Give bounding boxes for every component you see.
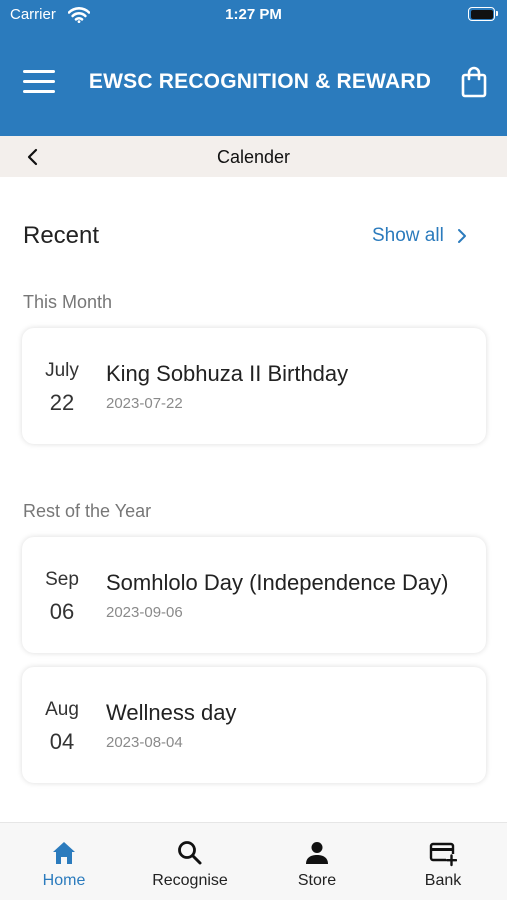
show-all-link[interactable]: Show all — [372, 225, 468, 247]
search-icon — [178, 841, 202, 865]
tab-label-recognise: Recognise — [152, 872, 228, 889]
event-day: 06 — [49, 599, 75, 624]
section-label-rest-of-year: Rest of the Year — [23, 501, 152, 521]
event-card[interactable]: Sep 06 Somhlolo Day (Independence Day) 2… — [22, 537, 486, 653]
chevron-right-icon — [457, 229, 466, 243]
event-month: Sep — [45, 569, 79, 590]
event-month: Aug — [45, 699, 79, 720]
show-all-label: Show all — [372, 225, 444, 246]
section-label-this-month: This Month — [23, 292, 113, 312]
battery-icon — [468, 7, 498, 21]
event-card[interactable]: Aug 04 Wellness day 2023-08-04 — [22, 667, 486, 783]
tab-store[interactable]: Store — [254, 823, 380, 900]
tab-recognise[interactable]: Recognise — [127, 823, 253, 900]
event-title: King Sobhuza II Birthday — [106, 361, 349, 386]
page-subheader: Calender — [0, 136, 507, 177]
app-title: EWSC RECOGNITION & REWARD — [88, 70, 432, 93]
event-date: 2023-08-04 — [106, 734, 183, 751]
event-title: Wellness day — [106, 700, 237, 725]
tab-bank[interactable]: Bank — [380, 823, 506, 900]
menu-icon[interactable] — [23, 70, 55, 94]
shopping-bag-icon[interactable] — [460, 66, 488, 98]
event-card[interactable]: July 22 King Sobhuza II Birthday 2023-07… — [22, 328, 486, 444]
event-date: 2023-09-06 — [106, 604, 183, 621]
page-title: Calender — [216, 147, 291, 167]
status-time: 1:27 PM — [225, 6, 282, 23]
tab-label-home: Home — [42, 872, 86, 889]
card-add-icon — [429, 842, 457, 867]
tab-label-bank: Bank — [424, 872, 462, 889]
event-date: 2023-07-22 — [106, 395, 183, 412]
home-icon — [53, 842, 75, 864]
app-header: Carrier 1:27 PM EWSC RECOGNITION & REWAR… — [0, 0, 507, 136]
status-bar: Carrier 1:27 PM — [0, 0, 507, 30]
person-icon — [306, 842, 328, 864]
event-day: 04 — [49, 729, 75, 754]
event-month: July — [45, 360, 79, 381]
tab-label-store: Store — [297, 872, 337, 889]
event-title: Somhlolo Day (Independence Day) — [106, 570, 449, 595]
tab-home[interactable]: Home — [1, 823, 127, 900]
event-day: 22 — [49, 390, 75, 415]
recent-heading: Recent — [23, 222, 100, 249]
bottom-tab-bar: Home Recognise Store Bank — [0, 822, 507, 900]
